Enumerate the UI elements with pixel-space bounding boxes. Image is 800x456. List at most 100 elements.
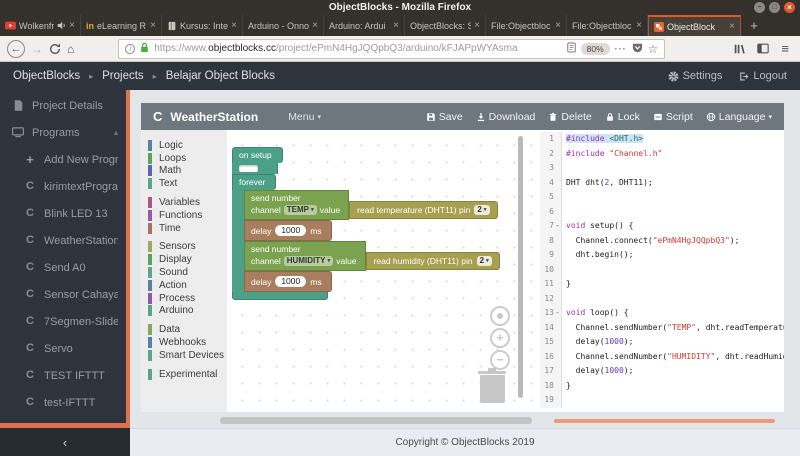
script-button[interactable]: Script <box>653 111 693 123</box>
toolbox-category[interactable]: Math <box>141 165 227 178</box>
code-text[interactable] <box>562 393 566 408</box>
browser-tab[interactable]: Kursus: Inte× <box>162 15 243 36</box>
block-send-number[interactable]: send numberchannelTEMP▾value <box>244 190 349 220</box>
sidebar-collapse-button[interactable]: ‹ <box>0 428 130 456</box>
browser-tab[interactable]: Wolkenfr× <box>0 15 81 36</box>
code-text[interactable]: dht.begin(); <box>562 248 633 263</box>
url-bar[interactable]: i https://www.objectblocks.cc/project/eP… <box>118 39 665 59</box>
breadcrumb-item[interactable]: ObjectBlocks <box>13 70 80 82</box>
code-text[interactable]: #include <DHT.h> <box>562 132 643 147</box>
toolbox-category[interactable]: Logic <box>141 139 227 152</box>
sidebar-item-programs[interactable]: Programs▴ <box>0 119 130 146</box>
code-text[interactable]: Channel.sendNumber("TEMP", dht.readTempe… <box>562 321 784 336</box>
code-text[interactable] <box>562 190 566 205</box>
tab-audio-icon[interactable] <box>57 21 66 30</box>
sidebar-program-item[interactable]: CWeatherStation <box>0 227 130 254</box>
channel-dropdown[interactable]: HUMIDITY▾ <box>284 256 333 266</box>
tab-close-icon[interactable]: × <box>231 20 237 31</box>
code-text[interactable]: DHT dht(2, DHT11); <box>562 176 653 191</box>
browser-tab[interactable]: File:Objectbloc× <box>567 15 648 36</box>
toolbox-category[interactable]: Variables <box>141 196 227 209</box>
zoom-out-button[interactable]: − <box>490 350 510 370</box>
browser-tab[interactable]: File:Objectbloc× <box>486 15 567 36</box>
breadcrumb-item[interactable]: Belajar Object Blocks <box>166 70 275 82</box>
back-button[interactable]: ← <box>7 40 25 58</box>
setup-empty-slot[interactable] <box>232 163 278 174</box>
code-text[interactable]: } <box>562 379 571 394</box>
menu-dropdown-button[interactable]: Menu ▾ <box>288 111 321 123</box>
program-block-stack[interactable]: on setupforeversend numberchannelTEMP▾va… <box>232 147 500 300</box>
code-horizontal-scrollbar[interactable] <box>554 419 775 423</box>
new-tab-button[interactable]: + <box>741 15 767 36</box>
page-info-icon[interactable]: i <box>125 44 135 54</box>
page-actions-icon[interactable]: ··· <box>615 44 627 54</box>
trash-icon[interactable] <box>477 368 507 403</box>
toolbox-category[interactable]: Display <box>141 253 227 266</box>
code-text[interactable] <box>562 161 566 176</box>
delay-value-field[interactable]: 1000 <box>275 276 306 287</box>
breadcrumb-item[interactable]: Projects <box>102 70 144 82</box>
code-text[interactable] <box>562 292 566 307</box>
home-icon[interactable]: ⌂ <box>67 43 74 55</box>
reload-icon[interactable] <box>49 43 61 55</box>
browser-tab[interactable]: ObjectBlocks: S× <box>405 15 486 36</box>
toolbox-category[interactable]: Data <box>141 323 227 336</box>
code-text[interactable]: void loop() { <box>562 306 629 321</box>
workspace-horizontal-scrollbar[interactable] <box>220 417 532 424</box>
tab-close-icon[interactable]: × <box>636 20 642 31</box>
code-text[interactable] <box>562 205 566 220</box>
logout-button[interactable]: Logout <box>738 70 787 82</box>
window-close-button[interactable]: × <box>784 2 795 13</box>
window-maximize-button[interactable]: □ <box>769 2 780 13</box>
toolbox-category[interactable]: Text <box>141 177 227 190</box>
code-text[interactable]: #include "Channel.h" <box>562 147 662 162</box>
sidebar-toggle-icon[interactable] <box>757 43 769 54</box>
toolbox-category[interactable]: Process <box>141 292 227 305</box>
sidebar-program-item[interactable]: Ctest-IFTTT <box>0 389 130 416</box>
sidebar-program-item[interactable]: CSend A0 <box>0 254 130 281</box>
tab-close-icon[interactable]: × <box>312 20 318 31</box>
https-lock-icon[interactable] <box>140 40 149 58</box>
toolbox-category[interactable]: Time <box>141 222 227 235</box>
language-button[interactable]: Language▾ <box>706 111 772 123</box>
channel-dropdown[interactable]: TEMP▾ <box>284 205 317 215</box>
zoom-reset-button[interactable] <box>490 306 510 326</box>
delete-button[interactable]: Delete <box>548 111 591 123</box>
block-workspace[interactable]: on setupforeversend numberchannelTEMP▾va… <box>227 130 540 412</box>
block-delay[interactable]: delay1000ms <box>244 271 332 292</box>
sidebar-program-item[interactable]: CSensor Cahaya <box>0 281 130 308</box>
browser-tab[interactable]: Arduino: Ardui× <box>324 15 405 36</box>
code-text[interactable] <box>562 263 566 278</box>
tab-close-icon[interactable]: × <box>729 21 735 32</box>
save-button[interactable]: Save <box>426 111 463 123</box>
bookmark-star-icon[interactable]: ☆ <box>648 42 659 56</box>
sidebar-program-item[interactable]: CBlink LED 13 <box>0 200 130 227</box>
block-delay[interactable]: delay1000ms <box>244 220 332 241</box>
browser-tab[interactable]: ObjectBlock× <box>648 15 741 36</box>
code-text[interactable]: Channel.sendNumber("HUMIDITY", dht.readH… <box>562 350 784 365</box>
toolbox-category[interactable]: Webhooks <box>141 336 227 349</box>
code-text[interactable]: void setup() { <box>562 219 633 234</box>
toolbox-category[interactable]: Loops <box>141 152 227 165</box>
code-text[interactable]: delay(1000); <box>562 335 633 350</box>
reader-mode-icon[interactable] <box>567 40 576 58</box>
workspace-vertical-scrollbar[interactable] <box>518 136 523 398</box>
code-text[interactable]: Channel.connect("ePmN4HgJQQpbQ3"); <box>562 234 739 249</box>
library-icon[interactable] <box>733 43 745 55</box>
tab-close-icon[interactable]: × <box>69 20 75 31</box>
sidebar-program-item[interactable]: CkirimtextProgram <box>0 173 130 200</box>
window-minimize-button[interactable]: − <box>754 2 765 13</box>
block-send-number[interactable]: send numberchannelHUMIDITY▾value <box>244 241 366 271</box>
tab-close-icon[interactable]: × <box>555 20 561 31</box>
settings-button[interactable]: Settings <box>668 70 723 82</box>
menu-hamburger-icon[interactable]: ≡ <box>781 41 789 56</box>
fold-marker[interactable]: - <box>554 306 562 321</box>
sidebar-program-item[interactable]: CServo <box>0 335 130 362</box>
toolbox-category[interactable]: Functions <box>141 209 227 222</box>
code-text[interactable]: } <box>562 277 571 292</box>
fold-marker[interactable]: - <box>554 219 562 234</box>
pin-dropdown[interactable]: 2▾ <box>477 256 492 266</box>
browser-tab[interactable]: ineLearning R× <box>81 15 162 36</box>
code-text[interactable]: delay(1000); <box>562 364 633 379</box>
zoom-level-badge[interactable]: 80% <box>581 43 610 55</box>
